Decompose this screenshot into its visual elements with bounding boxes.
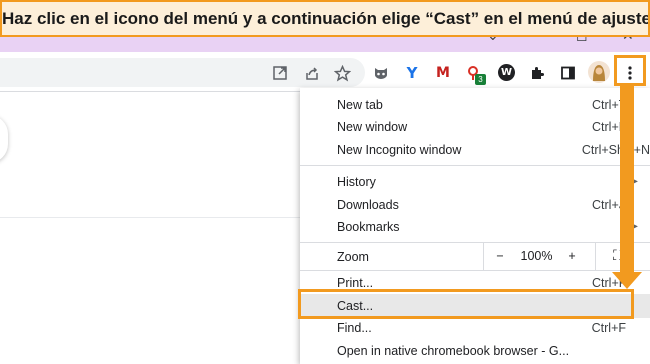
browser-toolbar: Y M 3 W [0, 52, 650, 92]
menu-item-label: New window [337, 120, 408, 134]
menu-item-label: New Incognito window [337, 143, 462, 157]
extensions-puzzle-icon[interactable] [528, 64, 546, 82]
cast-highlight-box [298, 289, 634, 319]
zoom-in-button[interactable]: + [562, 243, 582, 270]
menu-separator [300, 165, 650, 166]
extension-y-icon[interactable]: Y [403, 64, 421, 82]
page-divider [0, 217, 300, 218]
menu-item-label: Find... [337, 321, 372, 335]
bookmark-star-icon[interactable] [333, 64, 351, 82]
menu-separator [300, 270, 650, 271]
menu-item-new-incognito[interactable]: New Incognito window Ctrl+Shift+N [300, 139, 650, 161]
profile-avatar[interactable] [588, 61, 610, 83]
menu-item-shortcut: Ctrl+Shift+N [581, 143, 650, 157]
zoom-divider [483, 243, 484, 270]
kebab-highlight-box [614, 55, 646, 86]
menu-item-find[interactable]: Find... Ctrl+F [300, 317, 650, 339]
menu-item-label: History [337, 175, 376, 189]
menu-item-label: Downloads [337, 198, 399, 212]
zoom-out-button[interactable]: − [490, 243, 510, 270]
zoom-divider [595, 243, 596, 270]
menu-item-label: New tab [337, 98, 383, 112]
annotation-arrow-shaft [620, 86, 634, 272]
menu-item-new-window[interactable]: New window Ctrl+N [300, 116, 650, 138]
extension-badge-count: 3 [475, 74, 486, 85]
menu-item-label: Bookmarks [337, 220, 400, 234]
menu-item-label: Print... [337, 276, 374, 290]
annotation-arrow-head [612, 272, 642, 289]
menu-item-new-tab[interactable]: New tab Ctrl+T [300, 94, 650, 116]
chrome-menu: New tab Ctrl+T New window Ctrl+N New Inc… [300, 88, 650, 364]
menu-item-label: Zoom [337, 250, 369, 264]
menu-item-label: Open in native chromebook browser - G... [337, 344, 570, 358]
menu-item-zoom: Zoom − 100% + ⛶ [300, 243, 650, 270]
share-icon[interactable] [303, 64, 321, 82]
menu-item-shortcut: Ctrl+F [591, 321, 626, 335]
extension-mask-icon[interactable] [372, 64, 390, 82]
open-in-new-window-icon[interactable] [271, 64, 289, 82]
screenshot-root: ⌄ ◻ ✕ Y M 3 W [0, 0, 650, 364]
menu-item-bookmarks[interactable]: Bookmarks ▶ [300, 216, 650, 238]
zoom-level: 100% [520, 249, 553, 263]
menu-item-history[interactable]: History ▶ [300, 171, 650, 193]
instruction-text: Haz clic en el icono del menú y a contin… [2, 9, 648, 28]
extension-w-icon[interactable]: W [498, 64, 515, 81]
side-panel-icon[interactable] [559, 64, 577, 82]
extension-m-icon[interactable]: M [434, 64, 452, 82]
menu-item-downloads[interactable]: Downloads Ctrl+J [300, 194, 650, 216]
menu-item-open-native-browser[interactable]: Open in native chromebook browser - G... [300, 340, 650, 362]
instruction-banner: Haz clic en el icono del menú y a contin… [0, 0, 650, 37]
